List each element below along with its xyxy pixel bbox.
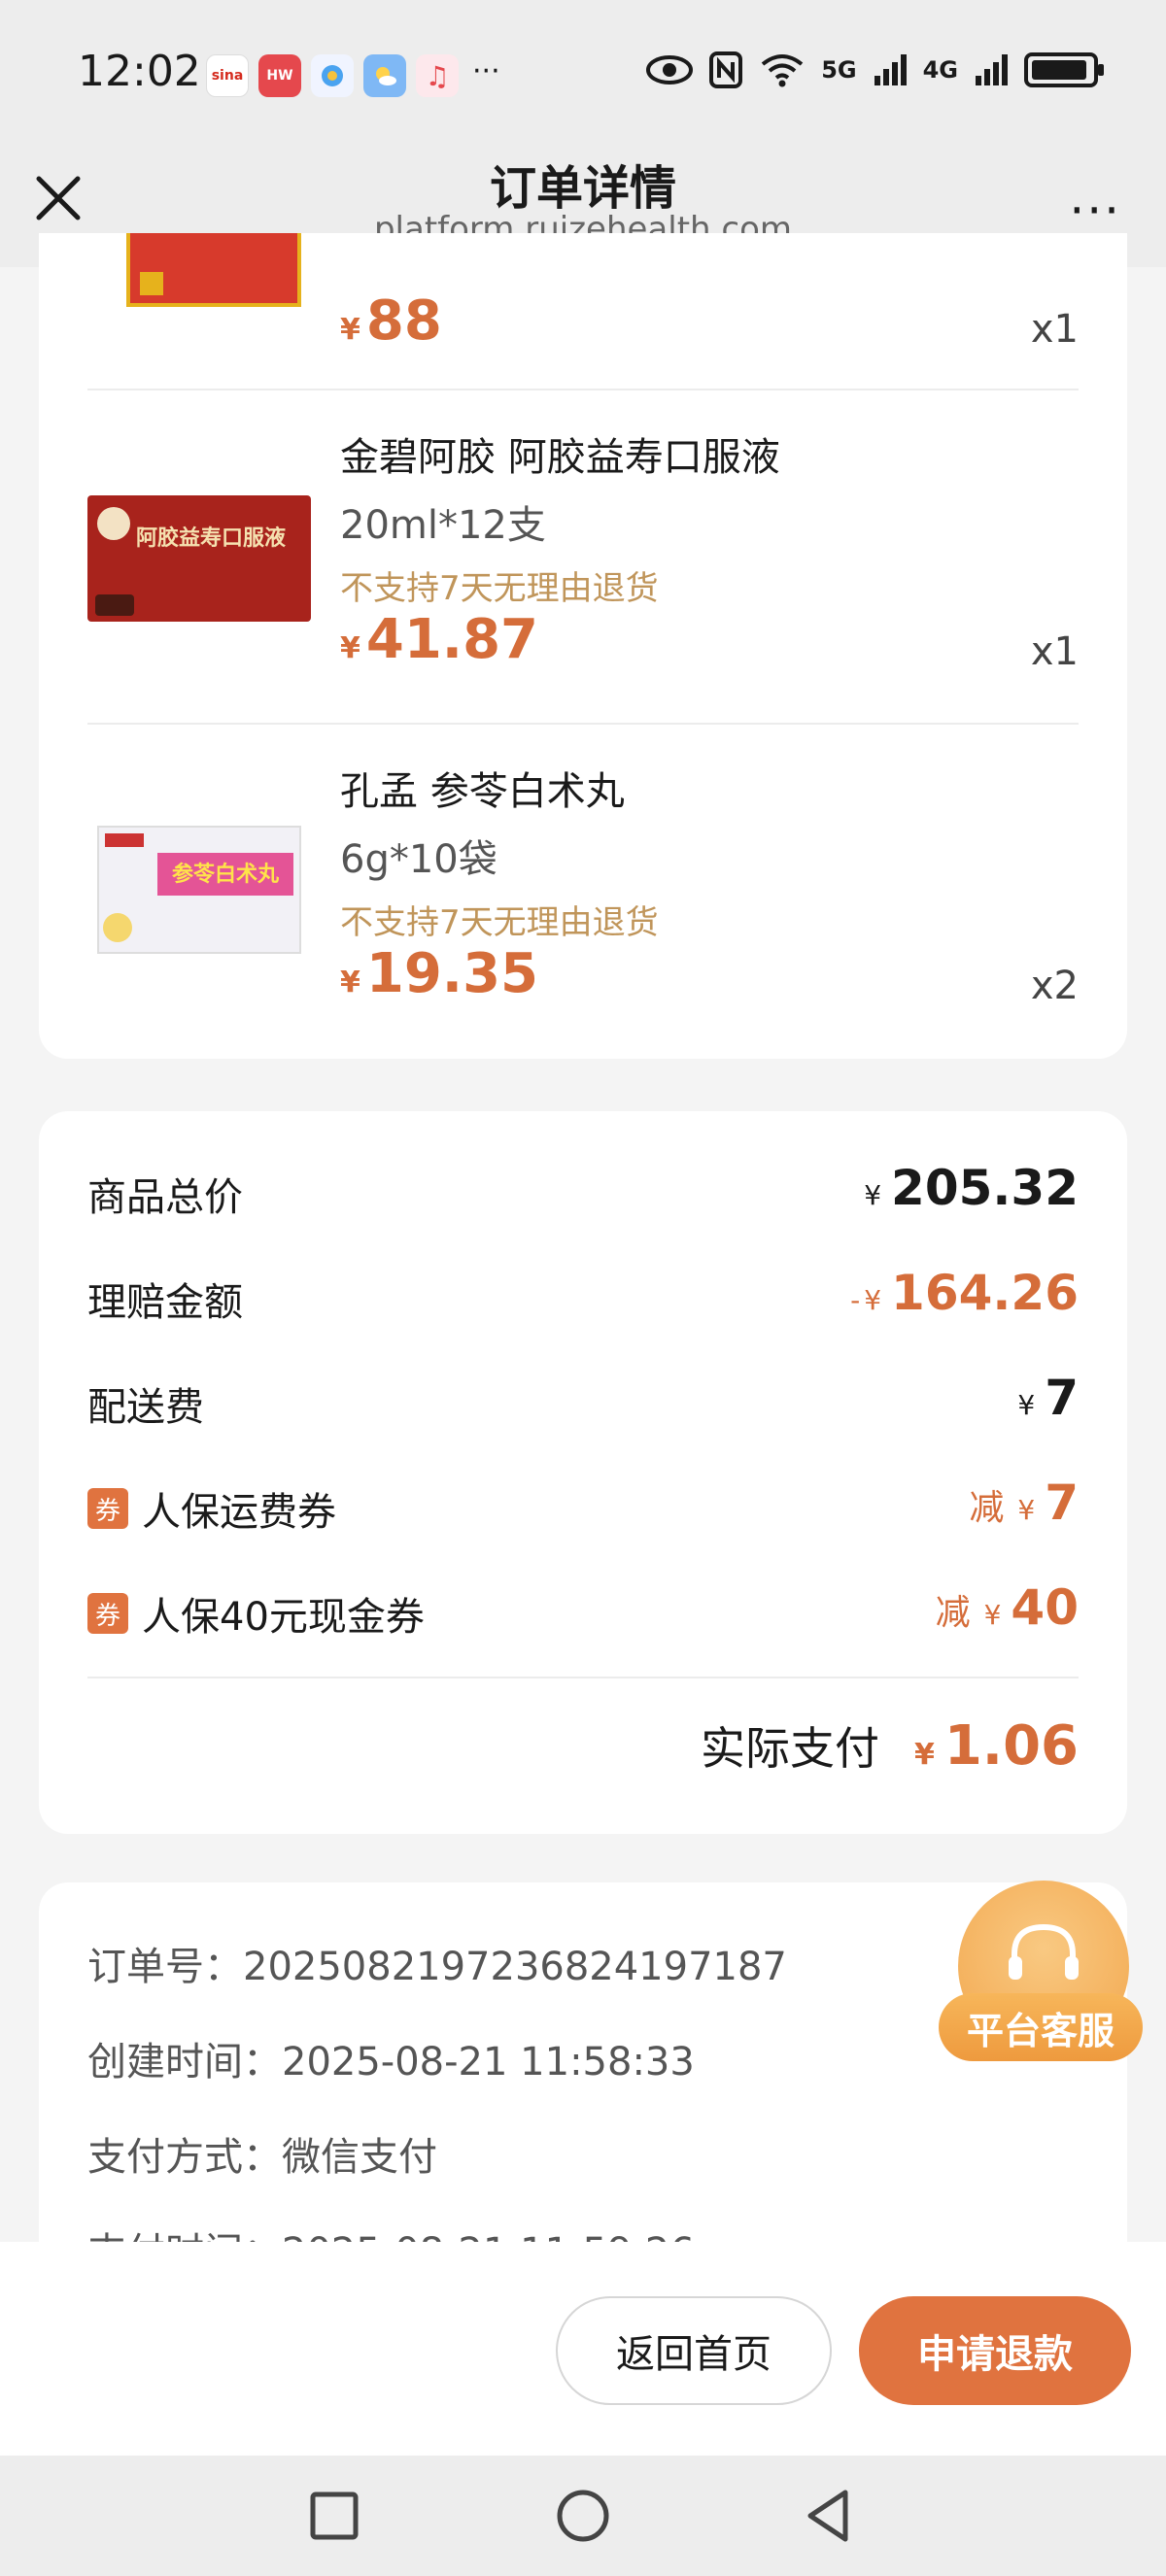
return-policy-note: 不支持7天无理由退货 [340,903,659,942]
goods-total-value: ¥205.32 [864,1160,1079,1216]
product-quantity: x1 [1030,307,1079,352]
status-more-indicator: ··· [472,54,500,88]
product-spec: 20ml*12支 [340,503,546,548]
coupon-icon: 券 [87,1488,128,1529]
battery-icon [1024,52,1104,87]
status-indicators: 5G 4G [646,51,1104,89]
goods-total-label: 商品总价 [87,1175,243,1220]
signal-5g-label: 5G [821,56,857,84]
more-menu-button[interactable]: ··· [1069,183,1121,239]
recent-apps-icon[interactable] [303,2485,365,2547]
bottom-action-bar: 返回首页 申请退款 [0,2242,1166,2456]
signal-bars-icon [976,54,1008,85]
apply-refund-button[interactable]: 申请退款 [859,2296,1131,2405]
status-time: 12:02 [78,47,201,96]
shipping-fee-label: 配送费 [87,1385,204,1430]
goods-total-row: 商品总价 ¥205.32 [87,1160,1079,1224]
status-app-icons: sina HW ♫ ··· [206,54,500,97]
music-icon: ♫ [416,54,459,97]
payment-method: 支付方式：微信支付 [87,2135,437,2180]
product-name: 孔孟 参苓白术丸 [340,769,625,814]
return-policy-note: 不支持7天无理由退货 [340,569,659,608]
product-quantity: x2 [1030,964,1079,1008]
huawei-icon: HW [258,54,301,97]
created-time: 创建时间：2025-08-21 11:58:33 [87,2040,695,2085]
customer-service-button[interactable]: 平台客服 [939,1881,1143,2071]
coupon-row: 券 人保40元现金券 减 ¥40 [87,1579,1079,1644]
customer-service-label: 平台客服 [939,1993,1143,2061]
coupon-row: 券 人保运费券 减 ¥7 [87,1474,1079,1539]
sina-icon: sina [206,54,249,97]
wifi-icon [761,54,804,87]
nfc-icon [709,51,743,88]
coupon-value: 减 ¥7 [969,1474,1079,1531]
order-number: 订单号：2025082197236824197187 [87,1945,787,1989]
product-price: ¥41.87 [340,608,539,671]
product-price: ¥19.35 [340,942,539,1005]
divider [87,723,1079,725]
claim-amount-label: 理赔金额 [87,1280,243,1325]
divider [87,1677,1079,1678]
coupon-icon: 券 [87,1593,128,1634]
product-image: 参苓白术丸 [97,826,301,954]
eye-icon [646,55,694,85]
shipping-fee-value: ¥7 [1017,1370,1079,1426]
claim-amount-row: 理赔金额 - ¥164.26 [87,1265,1079,1329]
signal-bars-icon [874,54,907,85]
product-quantity: x1 [1030,629,1079,674]
product-price: ¥88 [340,289,442,353]
actual-payment-label: 实际支付 [700,1722,879,1775]
home-icon[interactable] [552,2485,614,2547]
coupon-label: 人保运费券 [142,1490,336,1535]
back-icon[interactable] [799,2485,861,2547]
system-navigation-bar [0,2456,1166,2576]
coupon-label: 人保40元现金券 [142,1595,425,1640]
back-to-home-button[interactable]: 返回首页 [556,2296,832,2405]
headset-icon [1009,1923,1079,1980]
list-item-product[interactable]: 参苓白术丸 孔孟 参苓白术丸 6g*10袋 不支持7天无理由退货 ¥19.35 … [39,723,1127,1057]
product-name: 金碧阿胶 阿胶益寿口服液 [340,435,780,480]
shipping-fee-row: 配送费 ¥7 [87,1370,1079,1434]
signal-4g-label: 4G [922,56,958,84]
list-item-product[interactable]: ¥88 x1 [39,233,1127,389]
weather-icon [363,54,406,97]
coupon-value: 减 ¥40 [935,1579,1079,1636]
product-spec: 6g*10袋 [340,837,497,882]
product-image [126,233,301,307]
browser-icon [311,54,354,97]
claim-amount-value: - ¥164.26 [850,1265,1079,1321]
divider [87,389,1079,390]
list-item-product[interactable]: 阿胶益寿口服液 金碧阿胶 阿胶益寿口服液 20ml*12支 不支持7天无理由退货… [39,389,1127,723]
price-summary-card: 商品总价 ¥205.32 理赔金额 - ¥164.26 配送费 ¥7 券 人保运费… [39,1111,1127,1834]
actual-payment-row: 实际支付 ¥1.06 [701,1713,1079,1778]
status-bar: 12:02 sina HW ♫ ··· 5G 4G [0,0,1166,146]
page-title: 订单详情 [489,161,676,216]
actual-payment-value: ¥1.06 [913,1714,1079,1778]
product-image: 阿胶益寿口服液 [87,495,311,622]
product-list-card: ¥88 x1 阿胶益寿口服液 金碧阿胶 阿胶益寿口服液 20ml*12支 不支持… [39,233,1127,1059]
